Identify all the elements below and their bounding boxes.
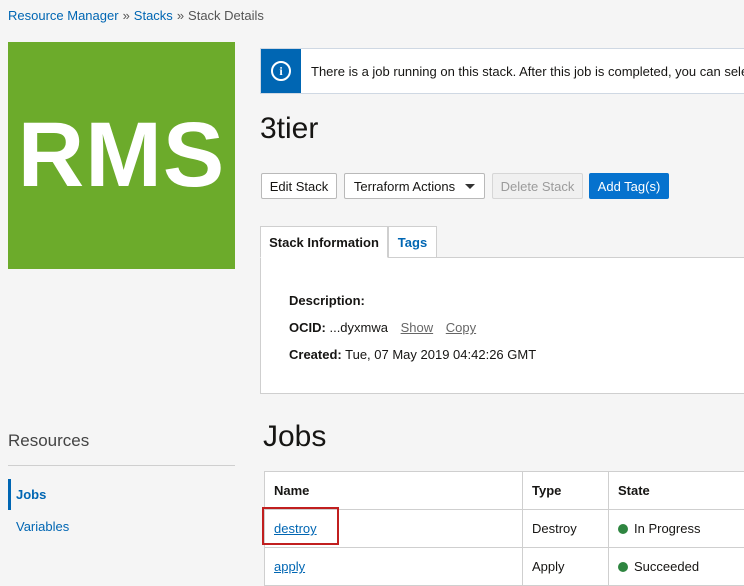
- stack-information-panel: Description: OCID: ...dyxmwa Show Copy C…: [260, 257, 744, 394]
- breadcrumb-current: Stack Details: [188, 8, 264, 23]
- ocid-value: ...dyxmwa: [329, 320, 388, 335]
- terraform-actions-dropdown[interactable]: Terraform Actions: [344, 173, 485, 199]
- job-type-cell: Destroy: [523, 510, 609, 547]
- ocid-copy-link[interactable]: Copy: [446, 320, 476, 335]
- ocid-field: OCID: ...dyxmwa Show Copy: [289, 320, 476, 335]
- resources-divider: [8, 465, 235, 466]
- jobs-table: Name Type State destroy Destroy In Progr…: [264, 471, 744, 586]
- breadcrumb-separator: »: [122, 8, 130, 23]
- column-header-state[interactable]: State: [609, 472, 744, 509]
- add-tags-button[interactable]: Add Tag(s): [589, 173, 669, 199]
- job-name-cell: destroy: [265, 510, 523, 547]
- job-state-cell: Succeeded: [609, 548, 744, 585]
- column-header-label: Name: [274, 483, 310, 498]
- created-field: Created: Tue, 07 May 2019 04:42:26 GMT: [289, 347, 536, 362]
- column-header-label: State: [618, 483, 650, 498]
- job-state: Succeeded: [634, 559, 700, 574]
- edit-stack-button[interactable]: Edit Stack: [261, 173, 337, 199]
- job-type: Apply: [532, 559, 565, 574]
- created-label: Created:: [289, 347, 342, 362]
- column-header-label: Type: [532, 483, 562, 498]
- info-banner: i There is a job running on this stack. …: [260, 48, 744, 94]
- jobs-heading: Jobs: [263, 420, 327, 453]
- table-row: apply Apply Succeeded: [265, 548, 744, 586]
- logo-text: RMS: [17, 104, 226, 206]
- resources-item-label: Variables: [16, 519, 70, 534]
- ocid-show-link[interactable]: Show: [401, 320, 434, 335]
- status-dot-icon: [618, 523, 628, 534]
- created-value: Tue, 07 May 2019 04:42:26 GMT: [345, 347, 537, 362]
- banner-icon-strip: i: [261, 49, 301, 93]
- breadcrumb-resource-manager[interactable]: Resource Manager: [8, 8, 119, 23]
- service-logo: RMS: [8, 42, 235, 269]
- tab-tags[interactable]: Tags: [388, 226, 437, 258]
- add-tags-label: Add Tag(s): [597, 178, 661, 194]
- description-field: Description:: [289, 293, 365, 308]
- job-state: In Progress: [634, 521, 701, 536]
- info-icon: i: [271, 61, 291, 81]
- tab-label: Stack Information: [269, 234, 379, 250]
- job-link-apply[interactable]: apply: [274, 559, 305, 574]
- column-header-name[interactable]: Name: [265, 472, 523, 509]
- resources-heading: Resources: [8, 431, 90, 450]
- breadcrumb-separator: »: [176, 8, 185, 23]
- edit-stack-label: Edit Stack: [269, 178, 329, 194]
- page-title: 3tier: [260, 112, 319, 145]
- job-state-cell: In Progress: [609, 510, 744, 547]
- chevron-down-icon: [465, 183, 476, 189]
- job-type-cell: Apply: [523, 548, 609, 585]
- delete-stack-label: Delete Stack: [500, 178, 575, 194]
- breadcrumb-stacks[interactable]: Stacks: [134, 8, 173, 23]
- resources-item-variables[interactable]: Variables: [8, 519, 69, 534]
- tab-label: Tags: [397, 234, 428, 250]
- resources-item-jobs[interactable]: Jobs: [8, 479, 46, 510]
- job-name-cell: apply: [265, 548, 523, 585]
- banner-message: There is a job running on this stack. Af…: [311, 64, 744, 79]
- job-type: Destroy: [532, 521, 577, 536]
- table-header-row: Name Type State: [265, 472, 744, 510]
- resources-item-label: Jobs: [16, 487, 47, 502]
- status-dot-icon: [618, 561, 628, 572]
- terraform-actions-label: Terraform Actions: [353, 178, 456, 194]
- delete-stack-button[interactable]: Delete Stack: [492, 173, 583, 199]
- breadcrumb: Resource Manager» Stacks» Stack Details: [8, 8, 264, 23]
- description-label: Description:: [289, 293, 365, 308]
- column-header-type[interactable]: Type: [523, 472, 609, 509]
- table-row: destroy Destroy In Progress: [265, 510, 744, 548]
- ocid-label: OCID:: [289, 320, 326, 335]
- job-link-destroy[interactable]: destroy: [274, 521, 317, 536]
- tab-stack-information[interactable]: Stack Information: [260, 226, 388, 258]
